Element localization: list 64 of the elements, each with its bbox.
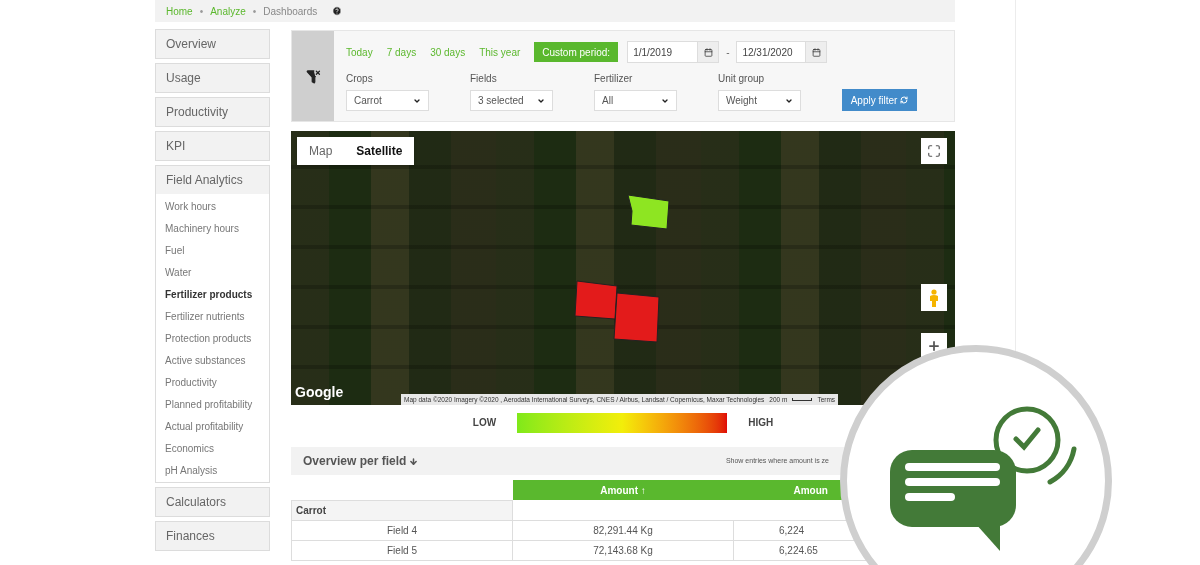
sidebar-item[interactable]: Overview — [156, 30, 269, 58]
select-label: Crops — [346, 72, 374, 86]
map-logo: Google — [295, 383, 344, 402]
sort-arrow-icon — [409, 456, 419, 466]
legend-low-label: LOW — [472, 416, 497, 430]
map-type-button[interactable]: Map — [297, 137, 345, 165]
table-cell: Field 4 — [291, 520, 513, 540]
sidebar-item[interactable]: Productivity — [156, 98, 269, 126]
table-cell: Field 5 — [291, 540, 513, 560]
select-dropdown[interactable]: Carrot — [346, 90, 429, 111]
date-separator: - — [726, 45, 730, 60]
submenu-item[interactable]: Protection products — [156, 327, 269, 349]
period-button[interactable]: 7 days — [386, 42, 422, 62]
column-header[interactable]: Amount ↑ — [600, 484, 646, 496]
submenu-item[interactable]: Work hours — [156, 195, 269, 217]
sidebar-item[interactable]: Field Analytics — [156, 166, 269, 194]
overview-title: Overview per field — [303, 452, 419, 470]
submenu-item[interactable]: Active substances — [156, 349, 269, 371]
breadcrumb-separator: • — [252, 4, 257, 19]
date-from-field[interactable]: 1/1/2019 — [627, 41, 720, 63]
date-value: 1/1/2019 — [632, 45, 674, 60]
date-value: 12/31/2020 — [741, 45, 794, 60]
submenu-item[interactable]: pH Analysis — [156, 459, 269, 481]
table-cell: 72,143.68 Kg — [512, 540, 734, 560]
group-cell: Carrot — [291, 500, 513, 520]
submenu-item[interactable]: Planned profitability — [156, 393, 269, 415]
map-type-button[interactable]: Satellite — [344, 137, 415, 165]
select-label: Fertilizer — [594, 72, 634, 86]
submenu-item[interactable]: Machinery hours — [156, 217, 269, 239]
field-polygon[interactable] — [627, 194, 670, 230]
breadcrumb-link[interactable]: Dashboards — [263, 3, 318, 19]
submenu-item[interactable]: Actual profitability — [156, 415, 269, 437]
fullscreen-icon — [927, 144, 941, 158]
sidebar-item[interactable]: Calculators — [156, 488, 269, 516]
clear-filter-icon — [305, 68, 321, 84]
sidebar-item[interactable]: Finances — [156, 522, 269, 550]
column-header[interactable]: Amoun — [793, 484, 828, 496]
select-dropdown[interactable]: All — [594, 90, 677, 111]
date-to-field[interactable]: 12/31/2020 — [736, 41, 828, 63]
submenu-item[interactable]: Economics — [156, 437, 269, 459]
refresh-icon — [900, 96, 909, 104]
fullscreen-button[interactable] — [921, 138, 947, 164]
submenu-item[interactable]: Fertilizer nutrients — [156, 305, 269, 327]
help-icon[interactable] — [332, 6, 343, 16]
calendar-icon[interactable] — [703, 47, 713, 57]
period-button[interactable]: Custom period: — [534, 42, 619, 62]
scale-bar-icon — [792, 398, 813, 401]
sidebar-item[interactable]: KPI — [156, 132, 269, 160]
breadcrumb-separator: • — [199, 4, 204, 19]
select-label: Fields — [470, 72, 498, 86]
select-dropdown[interactable]: 3 selected — [470, 90, 553, 111]
calendar-icon[interactable] — [811, 47, 821, 57]
submenu-item[interactable]: Productivity — [156, 371, 269, 393]
select-label: Unit group — [718, 72, 766, 86]
submenu-item[interactable]: Fuel — [156, 239, 269, 261]
plus-icon — [927, 339, 941, 353]
pegman-icon — [929, 288, 939, 307]
submenu-item[interactable]: Fertilizer products — [156, 283, 269, 305]
apply-filter-button[interactable]: Apply filter — [842, 89, 917, 111]
sidebar-item[interactable]: Usage — [156, 64, 269, 92]
select-dropdown[interactable]: Weight — [718, 90, 801, 111]
submenu-item[interactable]: Water — [156, 261, 269, 283]
table-cell: 82,291.44 Kg — [512, 520, 734, 540]
legend-high-label: HIGH — [748, 416, 774, 430]
